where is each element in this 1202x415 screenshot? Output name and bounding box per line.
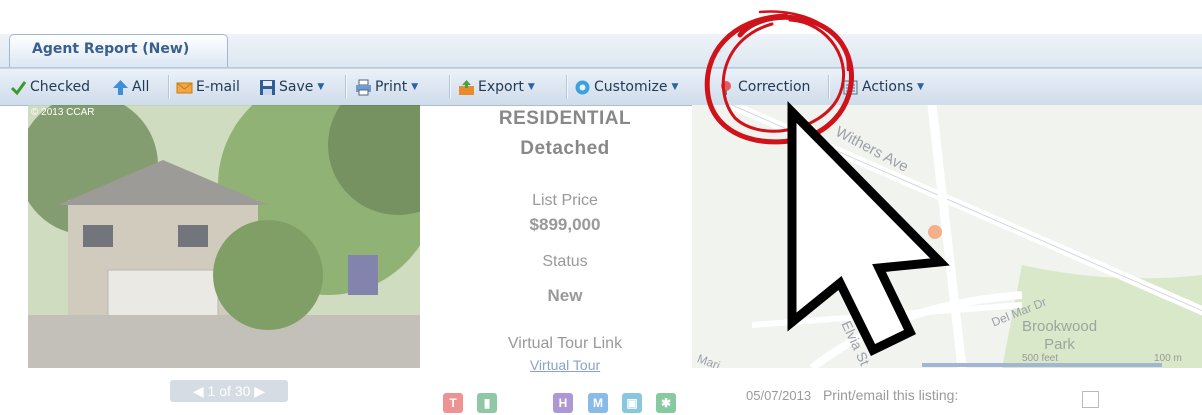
actions-button[interactable]: Actions ▼ bbox=[842, 69, 924, 105]
metro-badge[interactable]: M bbox=[588, 393, 608, 413]
listing-footer: 05/07/2013 Print/email this listing: bbox=[746, 387, 958, 403]
all-button[interactable]: All bbox=[112, 69, 149, 105]
location-map[interactable]: Withers Ave Del Mar Dr Elvia St Mari Bro… bbox=[692, 105, 1202, 368]
tab-agent-report[interactable]: Agent Report (New) bbox=[9, 34, 228, 67]
magnifier-pin-icon bbox=[718, 79, 735, 96]
listing-date: 05/07/2013 bbox=[746, 388, 812, 403]
correction-button[interactable]: Correction bbox=[718, 69, 810, 105]
toolbar-separator bbox=[706, 75, 708, 99]
chart-badge-icon[interactable]: ▮ bbox=[477, 393, 497, 413]
toolbar-separator bbox=[449, 75, 451, 99]
actions-dropdown-caret-icon: ▼ bbox=[917, 82, 925, 92]
photo-pager[interactable]: ◀ 1 of 30 ▶ bbox=[170, 380, 288, 402]
tab-agent-report-label: Agent Report (New) bbox=[32, 41, 190, 57]
customize-button[interactable]: Customize ▼ bbox=[574, 69, 678, 105]
printer-icon bbox=[355, 79, 372, 96]
transit-badge[interactable]: T bbox=[443, 393, 463, 413]
toolbar-separator bbox=[828, 75, 830, 99]
all-label: All bbox=[132, 79, 150, 95]
toolbar-separator bbox=[168, 75, 170, 99]
toolbar: Checked All E-mail Save ▼ Print ▼ Export… bbox=[0, 68, 1202, 106]
photo-counter-label: ◀ 1 of 30 ▶ bbox=[192, 382, 266, 399]
map-scale-meters: 100 m bbox=[1154, 353, 1182, 364]
envelope-icon bbox=[176, 79, 193, 96]
walk-badge-icon[interactable]: ✱ bbox=[656, 393, 676, 413]
virtual-tour-label: Virtual Tour Link bbox=[507, 335, 623, 352]
save-label: Save bbox=[279, 79, 314, 95]
export-box-icon bbox=[458, 79, 475, 96]
export-button[interactable]: Export ▼ bbox=[458, 69, 535, 105]
property-photo[interactable]: © 2013 CCAR bbox=[28, 105, 420, 368]
property-subtype: Detached bbox=[520, 138, 610, 159]
print-label: Print bbox=[375, 79, 408, 95]
status-label: Status bbox=[542, 253, 588, 270]
listing-content: © 2013 CCAR ◀ 1 of 30 ▶ RESIDENTIAL Deta… bbox=[0, 105, 1202, 415]
top-whitespace bbox=[0, 0, 1202, 34]
school-badge-icon[interactable]: ▣ bbox=[622, 393, 642, 413]
status-value: New bbox=[547, 286, 583, 305]
floppy-disk-icon bbox=[259, 79, 276, 96]
property-type: RESIDENTIAL bbox=[498, 108, 632, 129]
checked-label: Checked bbox=[30, 79, 91, 95]
customize-dropdown-caret-icon: ▼ bbox=[671, 82, 679, 92]
list-icon bbox=[842, 79, 859, 96]
export-dropdown-caret-icon: ▼ bbox=[527, 82, 535, 92]
print-dropdown-caret-icon: ▼ bbox=[411, 82, 419, 92]
park-label: Brookwood Park bbox=[1022, 318, 1098, 353]
correction-label: Correction bbox=[738, 79, 811, 95]
save-button[interactable]: Save ▼ bbox=[259, 69, 324, 105]
print-email-checkbox[interactable] bbox=[1082, 391, 1099, 408]
gear-icon bbox=[574, 79, 591, 96]
checked-button[interactable]: Checked bbox=[10, 69, 90, 105]
up-arrow-icon bbox=[112, 79, 129, 96]
print-button[interactable]: Print ▼ bbox=[355, 69, 418, 105]
list-price-value: $899,000 bbox=[529, 215, 601, 234]
customize-label: Customize bbox=[594, 79, 668, 95]
email-button[interactable]: E-mail bbox=[176, 69, 240, 105]
export-label: Export bbox=[478, 79, 524, 95]
tab-bar: Agent Report (New) bbox=[0, 34, 1202, 68]
email-label: E-mail bbox=[196, 79, 240, 95]
toolbar-separator bbox=[345, 75, 347, 99]
virtual-tour-link[interactable]: Virtual Tour bbox=[530, 357, 600, 373]
hospital-badge[interactable]: H bbox=[553, 393, 573, 413]
toolbar-separator bbox=[566, 75, 568, 99]
map-scale-feet: 500 feet bbox=[1022, 353, 1059, 364]
photo-watermark: © 2013 CCAR bbox=[31, 107, 95, 118]
actions-label: Actions bbox=[862, 79, 914, 95]
save-dropdown-caret-icon: ▼ bbox=[317, 82, 325, 92]
print-email-label: Print/email this listing: bbox=[822, 387, 959, 403]
list-price-label: List Price bbox=[532, 192, 598, 209]
checkmark-icon bbox=[10, 79, 27, 96]
